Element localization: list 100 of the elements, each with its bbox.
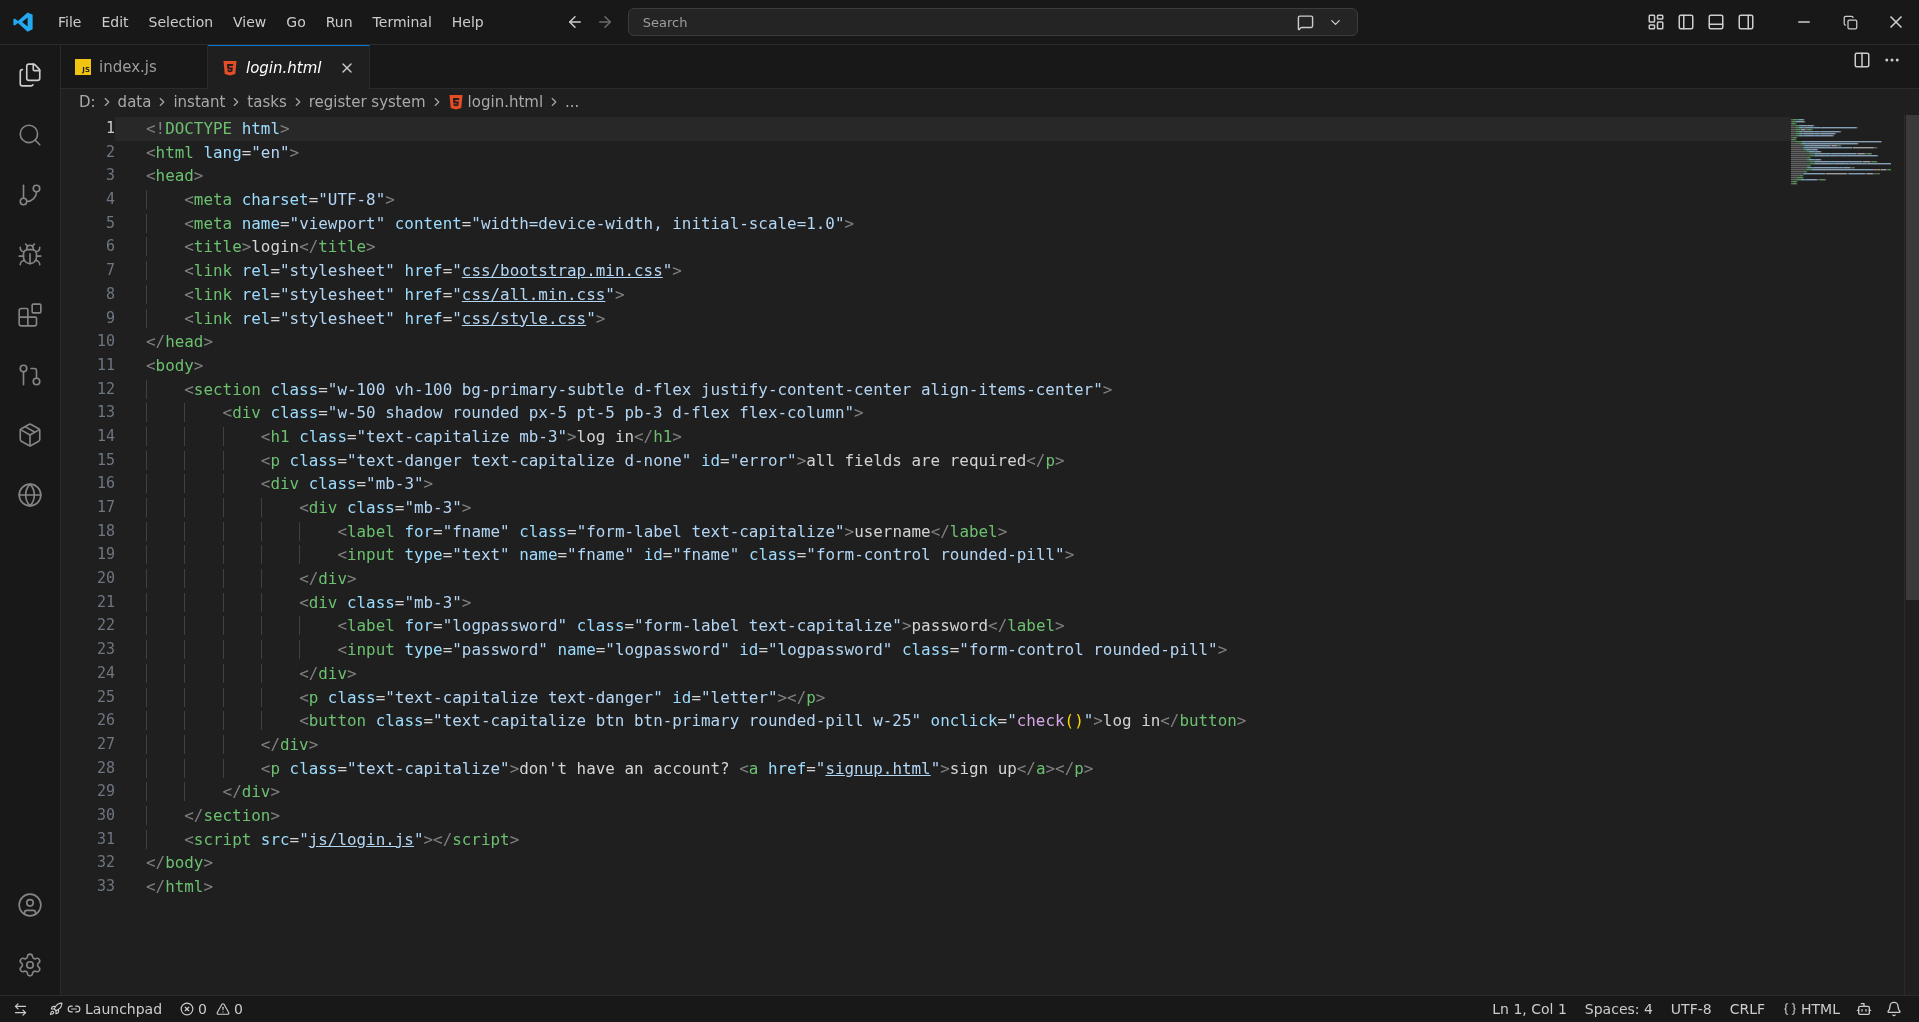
- menu-item[interactable]: Run: [315, 10, 363, 34]
- menu-item[interactable]: Selection: [138, 10, 224, 34]
- code-line: <meta charset="UTF-8">: [146, 188, 395, 212]
- status-item[interactable]: Launchpad: [40, 1001, 172, 1017]
- menu-item[interactable]: Terminal: [362, 10, 442, 34]
- line-number: 11: [95, 354, 115, 376]
- breadcrumb-item[interactable]: login.html: [467, 93, 544, 111]
- code-line: <div class="w-50 shadow rounded px-5 pt-5 pb-3 d-flex flex-column">: [146, 401, 864, 425]
- search-bar[interactable]: Search: [627, 8, 1358, 36]
- code-line: </section>: [146, 803, 280, 828]
- code-line: <p class="text-capitalize text-danger" id="letter"></p>: [146, 685, 826, 710]
- line-number: 24: [95, 662, 115, 684]
- menu-item[interactable]: View: [223, 10, 277, 34]
- line-number: 13: [95, 402, 115, 424]
- status-item[interactable]: Spaces: 4: [1575, 1001, 1662, 1017]
- line-number: 7: [104, 260, 115, 282]
- status-item[interactable]: UTF-8: [1661, 1001, 1721, 1017]
- code-line: <link rel="stylesheet" href="css/bootstrap.min.css">: [146, 259, 682, 283]
- code-line: <button class="text-capitalize btn btn-primary rounded-pill w-25" onclick="check()">log in</button>: [146, 709, 1247, 733]
- line-number: 29: [95, 781, 115, 803]
- line-number: 32: [95, 852, 115, 874]
- line-number: 23: [95, 639, 115, 661]
- line-number: 25: [95, 686, 115, 708]
- line-number: 33: [95, 876, 115, 897]
- scrollbar-track[interactable]: [1904, 115, 1919, 995]
- code-line: </div>: [146, 780, 280, 804]
- code-line: </div>: [146, 732, 319, 757]
- braces-icon: [1783, 1002, 1798, 1016]
- line-number: 8: [104, 283, 115, 305]
- search-field[interactable]: Search: [640, 13, 1291, 31]
- code-line: <title>login</title>: [146, 235, 376, 260]
- line-number: 30: [95, 804, 115, 826]
- link-icon: [67, 1002, 81, 1016]
- line-number: 5: [104, 212, 115, 234]
- line-number: 31: [95, 828, 115, 850]
- line-number: 28: [95, 757, 115, 779]
- code-line: <div class="mb-3">: [146, 590, 472, 615]
- status-item[interactable]: Ln 1, Col 1: [1483, 1001, 1576, 1017]
- line-number: 22: [95, 615, 115, 637]
- line-number: 10: [95, 331, 115, 353]
- rocket-icon: [49, 1002, 63, 1016]
- code-line: </head>: [146, 331, 213, 354]
- code-line: <script src="js/login.js"></script>: [146, 827, 520, 852]
- line-number: 18: [95, 520, 115, 542]
- line-number: 20: [95, 568, 115, 590]
- line-number: 3: [104, 165, 115, 187]
- breadcrumb-item[interactable]: data: [117, 93, 152, 111]
- code-line: </html>: [146, 876, 213, 898]
- code-line: <div class="mb-3">: [146, 472, 434, 496]
- code-line: <h1 class="text-capitalize mb-3">log in</h1>: [146, 424, 682, 449]
- line-number: 4: [104, 189, 115, 211]
- code-line: </div>: [146, 567, 357, 591]
- code-line: <div class="mb-3">: [146, 496, 472, 520]
- breadcrumb-item[interactable]: ...: [565, 93, 580, 111]
- line-number: 14: [95, 425, 115, 447]
- code-line: <label for="logpassword" class="form-label text-capitalize">password</label>: [146, 614, 1065, 639]
- scrollbar-thumb[interactable]: [1906, 115, 1919, 600]
- html-file-icon: [222, 59, 238, 76]
- code-editor-logo: [12, 11, 34, 33]
- line-number: 16: [95, 473, 115, 495]
- code-line: <label for="fname" class="form-label text-capitalize">username</label>: [146, 519, 1008, 544]
- menu-item[interactable]: Help: [441, 10, 494, 34]
- menu-item[interactable]: Go: [276, 10, 316, 34]
- code-line: <p class="text-capitalize">don't have an account? <a href="signup.html">sign up</a></p>: [146, 756, 1094, 781]
- line-number: 17: [95, 497, 115, 518]
- status-item[interactable]: HTML: [1774, 1001, 1849, 1017]
- status-item[interactable]: CRLF: [1720, 1001, 1775, 1017]
- editor-tab[interactable]: login.html: [208, 45, 371, 89]
- line-number: 1: [104, 118, 115, 139]
- breadcrumb-item[interactable]: register system: [308, 93, 426, 111]
- code-line: <meta name="viewport" content="width=device-width, initial-scale=1.0">: [146, 211, 855, 236]
- warning-icon: [216, 1002, 230, 1016]
- code-line: <html lang="en">: [146, 141, 300, 164]
- line-number: 9: [104, 307, 115, 329]
- line-number: 21: [95, 591, 115, 613]
- line-number: 12: [95, 378, 115, 400]
- code-line: <link rel="stylesheet" href="css/style.css">: [146, 306, 606, 331]
- error-icon: [180, 1002, 195, 1016]
- code-line: </div>: [146, 661, 357, 686]
- status-item[interactable]: 0: [171, 1001, 216, 1017]
- line-number: 26: [95, 710, 115, 732]
- code-line: <head>: [146, 165, 204, 188]
- code-line: <input type="password" name="logpassword" id="logpassword" class="form-control rounded-pill">: [146, 638, 1228, 662]
- status-item[interactable]: 0: [216, 1001, 252, 1017]
- menu-item[interactable]: File: [48, 10, 92, 34]
- line-number: 2: [104, 141, 115, 163]
- code-line: <!DOCTYPE html>: [146, 118, 290, 140]
- breadcrumb-item[interactable]: D:: [79, 93, 96, 111]
- code-line: </body>: [146, 852, 213, 875]
- breadcrumb-item[interactable]: tasks: [247, 93, 287, 111]
- line-number: 15: [95, 449, 115, 471]
- code-line: <body>: [146, 354, 204, 377]
- code-line: <section class="w-100 vh-100 bg-primary-subtle d-flex justify-content-center align-items-center">: [146, 377, 1113, 402]
- html-file-icon: [447, 94, 464, 110]
- line-number: 19: [95, 544, 115, 566]
- code-line: <p class="text-danger text-capitalize d-none" id="error">all fields are required</p>: [146, 448, 1065, 473]
- menu-item[interactable]: Edit: [91, 10, 139, 34]
- line-number: 27: [95, 733, 115, 755]
- code-line: <link rel="stylesheet" href="css/all.min.css">: [146, 282, 625, 307]
- breadcrumb-item[interactable]: instant: [173, 93, 226, 111]
